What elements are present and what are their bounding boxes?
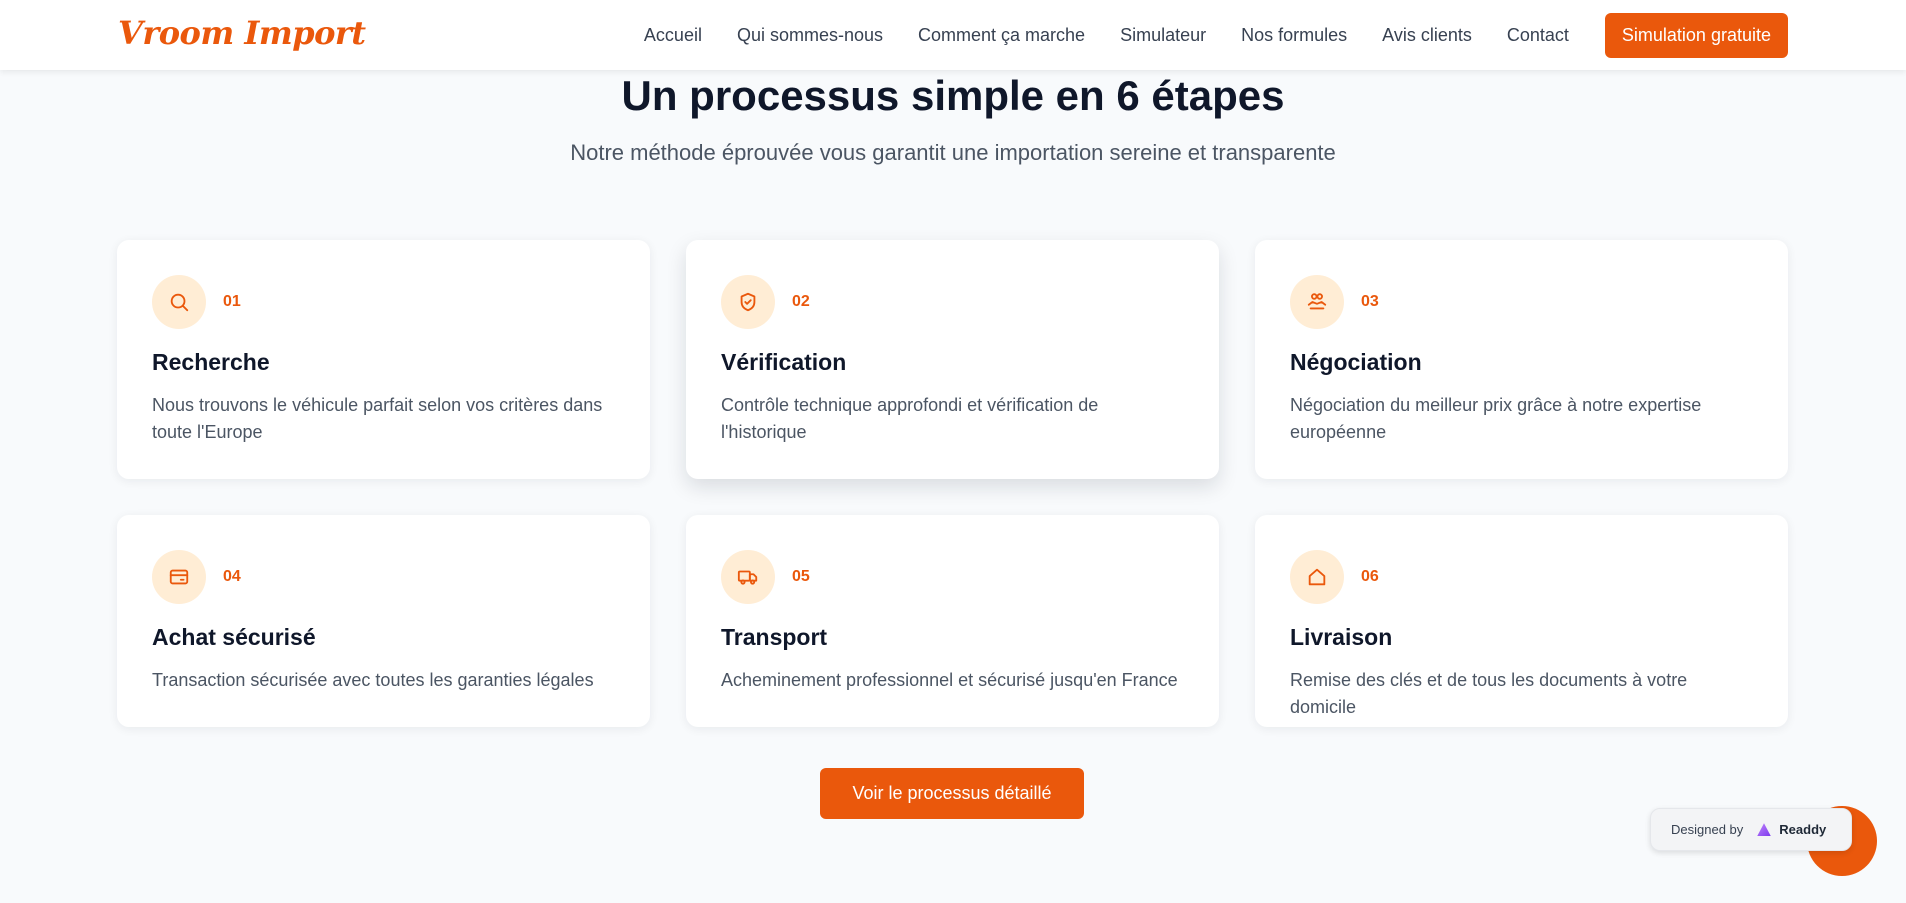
step-number: 02 (792, 293, 810, 310)
truck-icon (721, 550, 775, 604)
designed-by-brand: Readdy (1779, 822, 1827, 837)
step-description: Contrôle technique approfondi et vérific… (721, 395, 1099, 442)
nav-link-contact[interactable]: Contact (1507, 25, 1569, 46)
step-card-recherche: 01 Recherche Nous trouvons le véhicule p… (117, 240, 650, 479)
brand-logo[interactable]: Vroom Import (118, 14, 366, 52)
nav-link-avis-clients[interactable]: Avis clients (1382, 25, 1472, 46)
nav-link-nos-formules[interactable]: Nos formules (1241, 25, 1347, 46)
step-description: Remise des clés et de tous les documents… (1290, 670, 1688, 717)
voir-processus-button[interactable]: Voir le processus détaillé (820, 768, 1084, 819)
section-subtitle: Notre méthode éprouvée vous garantit une… (570, 140, 1336, 165)
nav-link-accueil[interactable]: Accueil (644, 25, 702, 46)
step-description: Acheminement professionnel et sécurisé j… (721, 670, 1178, 690)
readdy-logo-icon (1757, 822, 1772, 836)
step-number: 05 (792, 568, 810, 585)
simulation-gratuite-button[interactable]: Simulation gratuite (1604, 12, 1788, 58)
step-title: Achat sécurisé (152, 624, 316, 650)
section-title: Un processus simple en 6 étapes (621, 72, 1285, 119)
designed-by-label: Designed by (1671, 822, 1744, 837)
credit-card-icon (152, 550, 206, 604)
step-title: Recherche (152, 349, 270, 375)
nav-link-simulateur[interactable]: Simulateur (1120, 25, 1206, 46)
step-description: Nous trouvons le véhicule parfait selon … (152, 395, 603, 442)
home-icon (1290, 550, 1344, 604)
nav-links: Accueil Qui sommes-nous Comment ça march… (609, 0, 1906, 70)
designed-by-badge[interactable]: Designed by Readdy (1650, 808, 1852, 851)
step-title: Négociation (1290, 349, 1422, 375)
nav-link-comment-ca-marche[interactable]: Comment ça marche (918, 25, 1085, 46)
step-title: Vérification (721, 349, 847, 375)
step-card-verification: 02 Vérification Contrôle technique appro… (686, 240, 1219, 479)
step-description: Transaction sécurisée avec toutes les ga… (152, 670, 594, 690)
handshake-icon (1290, 275, 1344, 329)
nav-link-qui-sommes-nous[interactable]: Qui sommes-nous (737, 25, 883, 46)
step-card-negociation: 03 Négociation Négociation du meilleur p… (1255, 240, 1788, 479)
step-title: Transport (721, 624, 828, 650)
shield-check-icon (721, 275, 775, 329)
step-number: 03 (1361, 293, 1379, 310)
step-card-achat-securise: 04 Achat sécurisé Transaction sécurisée … (117, 515, 650, 727)
navbar: Vroom Import Accueil Qui sommes-nous Com… (0, 0, 1906, 70)
step-description: Négociation du meilleur prix grâce à not… (1290, 395, 1702, 442)
step-number: 06 (1361, 568, 1379, 585)
step-number: 01 (223, 293, 241, 310)
step-card-transport: 05 Transport Acheminement professionnel … (686, 515, 1219, 727)
step-title: Livraison (1290, 624, 1393, 650)
step-number: 04 (223, 568, 241, 585)
search-icon (152, 275, 206, 329)
step-card-livraison: 06 Livraison Remise des clés et de tous … (1255, 515, 1788, 727)
